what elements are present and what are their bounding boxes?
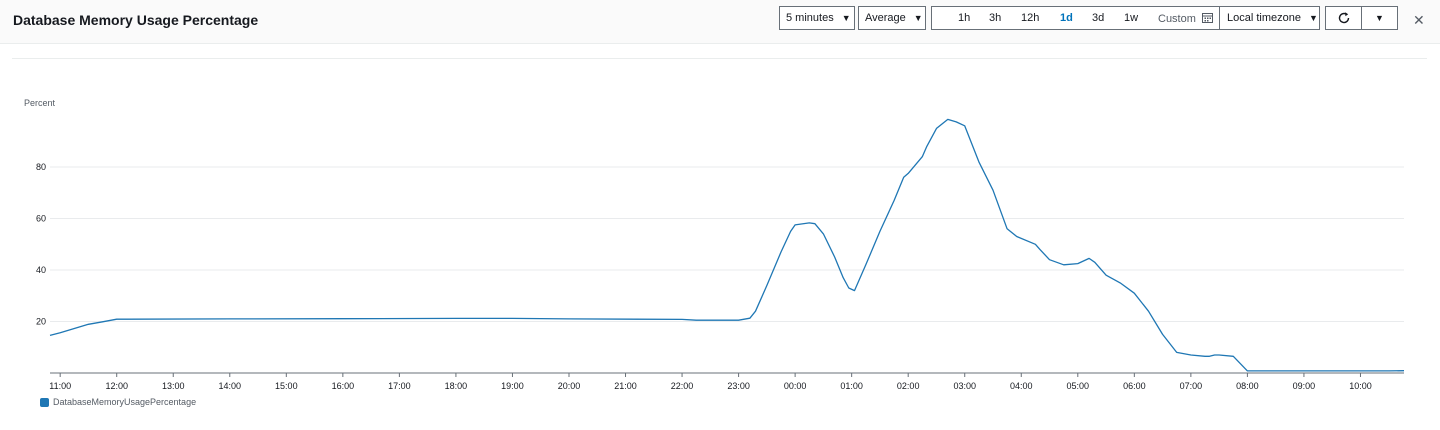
x-tick-label: 01:00 xyxy=(840,381,863,391)
calendar-icon xyxy=(1201,13,1213,23)
x-tick-label: 08:00 xyxy=(1236,381,1259,391)
timezone-value: Local timezone xyxy=(1227,12,1301,24)
custom-label: Custom xyxy=(1158,13,1196,25)
period-select[interactable]: 5 minutes ▼ xyxy=(779,6,855,30)
period-value: 5 minutes xyxy=(786,12,834,24)
caret-down-icon: ▼ xyxy=(1309,13,1318,23)
y-tick-label: 80 xyxy=(36,162,46,172)
custom-range-button[interactable]: Custom xyxy=(1158,12,1213,25)
legend-label[interactable]: DatabaseMemoryUsagePercentage xyxy=(53,397,196,407)
timezone-select[interactable]: Local timezone ▼ xyxy=(1219,6,1320,30)
x-tick-label: 12:00 xyxy=(105,381,128,391)
x-tick-label: 10:00 xyxy=(1349,381,1372,391)
x-tick-label: 05:00 xyxy=(1067,381,1090,391)
x-tick-label: 00:00 xyxy=(784,381,807,391)
caret-down-icon: ▼ xyxy=(913,13,923,23)
x-tick-label: 14:00 xyxy=(219,381,242,391)
range-1w[interactable]: 1w xyxy=(1124,12,1138,24)
range-1d[interactable]: 1d xyxy=(1060,12,1073,24)
widget-title: Database Memory Usage Percentage xyxy=(13,12,259,28)
y-axis-label: Percent xyxy=(24,98,56,108)
y-tick-label: 40 xyxy=(36,265,46,275)
x-tick-label: 22:00 xyxy=(671,381,694,391)
y-tick-label: 20 xyxy=(36,317,46,327)
x-tick-label: 04:00 xyxy=(1010,381,1033,391)
legend-swatch xyxy=(40,397,49,407)
caret-down-icon: ▼ xyxy=(841,13,851,23)
x-tick-label: 20:00 xyxy=(558,381,581,391)
refresh-button[interactable] xyxy=(1325,6,1362,30)
statistic-value: Average xyxy=(865,12,906,24)
series-line xyxy=(49,118,1405,372)
chart-legend: DatabaseMemoryUsagePercentage xyxy=(40,397,196,407)
time-range-selector: 1h 3h 12h 1d 3d 1w Custom xyxy=(931,6,1220,30)
refresh-icon xyxy=(1338,12,1349,24)
x-tick-label: 21:00 xyxy=(614,381,637,391)
widget-header: Database Memory Usage Percentage 5 minut… xyxy=(0,0,1440,44)
range-12h[interactable]: 12h xyxy=(1021,12,1039,24)
range-3h[interactable]: 3h xyxy=(989,12,1001,24)
caret-down-icon: ▼ xyxy=(1375,13,1384,23)
close-icon[interactable]: ✕ xyxy=(1413,12,1425,29)
range-1h[interactable]: 1h xyxy=(958,12,970,24)
x-tick-label: 17:00 xyxy=(388,381,411,391)
x-tick-label: 23:00 xyxy=(727,381,750,391)
y-tick-label: 60 xyxy=(36,214,46,224)
x-tick-label: 13:00 xyxy=(162,381,185,391)
x-tick-label: 16:00 xyxy=(332,381,355,391)
x-tick-label: 18:00 xyxy=(445,381,468,391)
range-3d[interactable]: 3d xyxy=(1092,12,1104,24)
x-tick-label: 06:00 xyxy=(1123,381,1146,391)
x-tick-label: 09:00 xyxy=(1293,381,1316,391)
x-tick-label: 03:00 xyxy=(953,381,976,391)
x-tick-label: 02:00 xyxy=(897,381,920,391)
line-chart: Percent 20 40 60 80 11:00 12:00 13:00 14:00 15:00… xyxy=(24,98,1405,391)
x-tick-label: 15:00 xyxy=(275,381,298,391)
options-menu-button[interactable]: ▼ xyxy=(1361,6,1398,30)
x-tick-label: 11:00 xyxy=(49,381,71,391)
x-tick-label: 19:00 xyxy=(501,381,524,391)
statistic-select[interactable]: Average ▼ xyxy=(858,6,926,30)
divider xyxy=(12,58,1427,59)
x-tick-label: 07:00 xyxy=(1180,381,1203,391)
